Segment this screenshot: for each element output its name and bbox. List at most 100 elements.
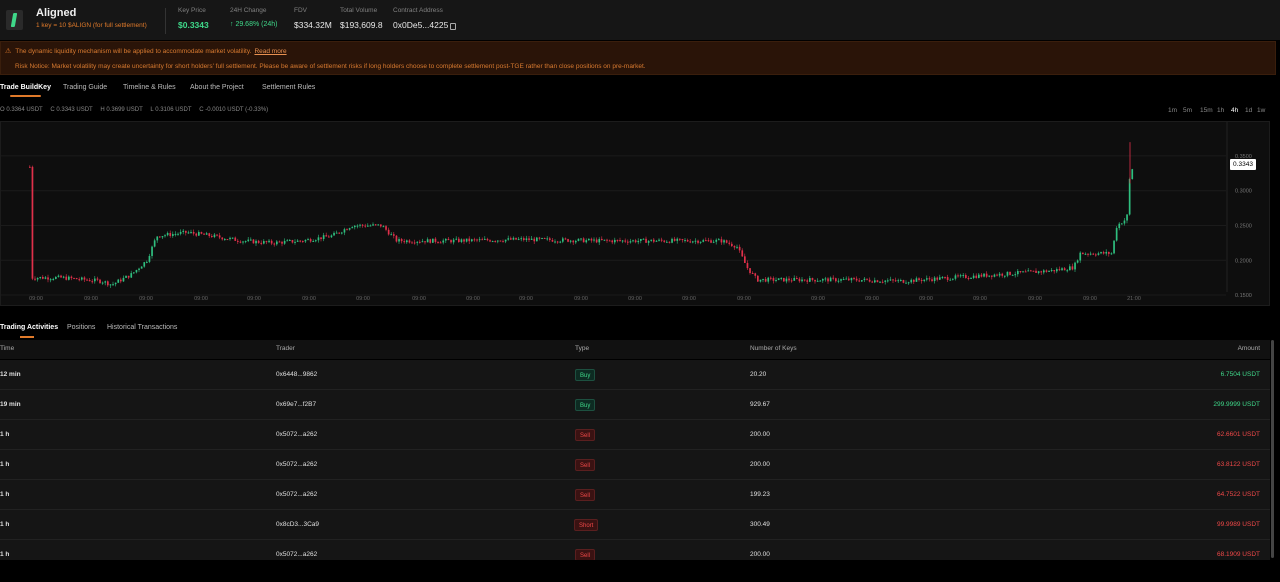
row-keys: 200.00 xyxy=(750,461,770,468)
candle xyxy=(135,269,138,274)
row-trader[interactable]: 0x5072...a262 xyxy=(276,491,317,498)
candle xyxy=(231,237,234,239)
col-type: Type xyxy=(575,345,590,352)
candle xyxy=(933,276,936,284)
candle xyxy=(702,238,705,243)
candle xyxy=(491,240,494,243)
table-row[interactable]: 1 h 0x5072...a262 Sell 200.00 63.8122 USDT xyxy=(0,450,1270,480)
stat-value[interactable]: 0x0De5...4225 xyxy=(393,20,448,30)
candle xyxy=(1123,217,1126,226)
type-badge: Sell xyxy=(575,489,596,501)
timeframe-4h[interactable]: 4h xyxy=(1231,107,1238,114)
candle xyxy=(606,238,608,243)
candle xyxy=(325,232,328,237)
candle xyxy=(216,234,218,237)
candle xyxy=(380,224,382,228)
candle xyxy=(632,239,634,243)
type-badge: Buy xyxy=(575,399,596,411)
candle xyxy=(694,238,697,245)
candle xyxy=(562,236,564,244)
tab-trade-buildkey[interactable]: Trade BuildKey xyxy=(0,84,51,97)
candle xyxy=(757,275,759,282)
candle xyxy=(707,237,710,242)
candle xyxy=(608,239,611,242)
timeframe-1w[interactable]: 1w xyxy=(1257,107,1265,114)
timeframe-1m[interactable]: 1m xyxy=(1168,107,1177,114)
tab-about-the-project[interactable]: About the Project xyxy=(190,84,244,91)
candle xyxy=(954,273,957,281)
candle xyxy=(237,238,239,245)
candle xyxy=(866,278,868,281)
activity-tab-trading-activities[interactable]: Trading Activities xyxy=(0,324,58,338)
candle xyxy=(1118,222,1121,231)
candle xyxy=(629,238,632,244)
price-chart[interactable]: 0.3500 0.3000 0.2500 0.2000 0.1500 09:00 09:00… xyxy=(0,121,1270,306)
row-trader[interactable]: 0x5072...a262 xyxy=(276,551,317,558)
activity-tab-positions[interactable]: Positions xyxy=(67,324,95,331)
y-tick-label: 0.3000 xyxy=(1235,189,1252,195)
stat-value: $193,609.8 xyxy=(340,20,383,30)
table-row[interactable]: 12 min 0x6448...9862 Buy 20.20 6.7504 USDT xyxy=(0,360,1270,390)
y-tick-label: 0.2000 xyxy=(1235,258,1252,264)
candle xyxy=(348,227,351,231)
table-row[interactable]: 1 h 0x5072...a262 Sell 200.00 62.6601 USDT xyxy=(0,420,1270,450)
candle xyxy=(39,276,42,280)
candle xyxy=(450,239,452,244)
candle xyxy=(294,239,296,245)
candle xyxy=(564,237,567,240)
tab-settlement-rules[interactable]: Settlement Rules xyxy=(262,84,315,91)
timeframe-1h[interactable]: 1h xyxy=(1217,107,1224,114)
timeframe-5m[interactable]: 5m xyxy=(1183,107,1192,114)
row-time: 1 h xyxy=(0,551,10,558)
candle xyxy=(603,239,606,242)
stat-value: $0.3343 xyxy=(178,20,209,30)
row-trader[interactable]: 0x8cD3...3Ca9 xyxy=(276,521,319,528)
timeframe-1d[interactable]: 1d xyxy=(1245,107,1252,114)
x-tick-label: 09:00 xyxy=(139,296,153,302)
candle xyxy=(624,238,627,244)
x-tick-label: 09:00 xyxy=(973,296,987,302)
tab-timeline-rules[interactable]: Timeline & Rules xyxy=(123,84,176,91)
row-trader[interactable]: 0x6448...9862 xyxy=(276,371,317,378)
candle xyxy=(283,238,286,245)
candle xyxy=(143,261,146,268)
candle xyxy=(533,236,536,245)
candle xyxy=(543,237,546,239)
candle xyxy=(478,236,481,243)
candle xyxy=(894,277,897,283)
candle xyxy=(138,267,140,273)
table-row[interactable]: 19 min 0x69e7...f2B7 Buy 929.67 299.9999 USD… xyxy=(0,390,1270,420)
candle xyxy=(668,241,671,244)
candle xyxy=(835,277,837,283)
candle xyxy=(234,236,237,241)
candle xyxy=(299,240,302,243)
candle xyxy=(1097,251,1100,256)
candle xyxy=(406,239,408,244)
candle xyxy=(481,237,484,241)
table-header: Time Trader Type Number of Keys Amount xyxy=(0,340,1270,359)
row-trader[interactable]: 0x5072...a262 xyxy=(276,461,317,468)
candle xyxy=(676,237,679,244)
candle xyxy=(328,234,330,238)
row-trader[interactable]: 0x69e7...f2B7 xyxy=(276,401,316,408)
row-trader[interactable]: 0x5072...a262 xyxy=(276,431,317,438)
candle xyxy=(120,277,122,284)
read-more-link[interactable]: Read more xyxy=(254,48,286,55)
table-scrollbar[interactable] xyxy=(1271,340,1274,558)
candle xyxy=(520,236,523,242)
timeframe-15m[interactable]: 15m xyxy=(1200,107,1213,114)
candle xyxy=(250,237,252,241)
candle xyxy=(660,237,663,243)
type-badge: Sell xyxy=(575,459,596,471)
candle xyxy=(411,241,413,244)
activity-tab-historical-transactions[interactable]: Historical Transactions xyxy=(107,324,177,331)
candle xyxy=(855,276,858,282)
candle xyxy=(936,276,939,282)
table-row[interactable]: 1 h 0x8cD3...3Ca9 Short 300.49 99.9989 USDT xyxy=(0,510,1270,540)
table-row[interactable]: 1 h 0x5072...a262 Sell 199.23 64.7522 USDT xyxy=(0,480,1270,510)
candle xyxy=(655,240,658,242)
candle xyxy=(1087,253,1089,257)
candle xyxy=(437,241,439,244)
copy-icon[interactable] xyxy=(450,23,456,30)
tab-trading-guide[interactable]: Trading Guide xyxy=(63,84,107,91)
